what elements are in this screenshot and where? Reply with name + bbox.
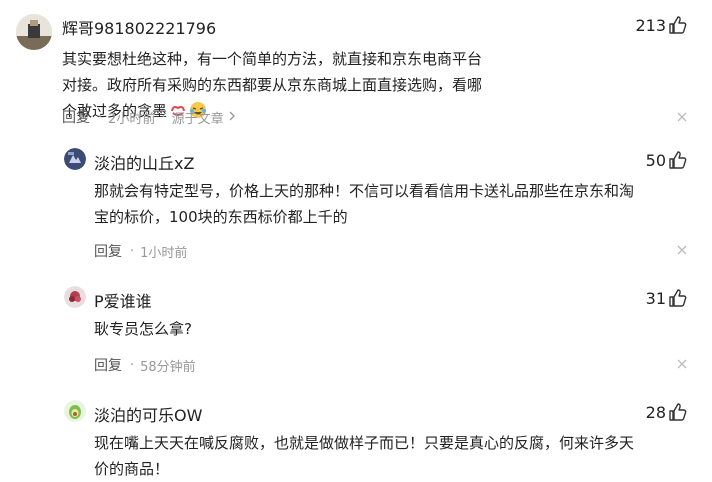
reply-button[interactable]: 回复: [94, 355, 122, 375]
avatar[interactable]: [64, 148, 86, 170]
source-link[interactable]: 源于文章: [172, 108, 224, 127]
like-count: 50: [645, 150, 666, 170]
author-name[interactable]: 淡泊的山丘xZ: [94, 150, 194, 174]
reply-button[interactable]: 回复: [94, 241, 122, 261]
like-count: 213: [635, 15, 666, 35]
author-name[interactable]: P爱谁谁: [94, 288, 152, 312]
comment-meta: 回复 · 58分钟前: [94, 355, 196, 375]
like-button[interactable]: 50: [646, 150, 688, 170]
close-icon[interactable]: [676, 244, 688, 256]
chevron-right-icon: [228, 110, 236, 125]
comment-reply: 淡泊的可乐OW 28 现在嘴上天天在喊反腐败，也就是做做样子而已！只要是真心的反…: [0, 394, 712, 482]
reply-button[interactable]: 回复: [62, 107, 90, 127]
comment-top-level: 辉哥981802221796 213 其实要想杜绝这种，有一个简单的方法，就直接…: [0, 0, 712, 140]
avatar[interactable]: [64, 286, 86, 308]
thumbs-up-icon: [668, 402, 688, 422]
comment-meta: 回复 · 2小时前 · 源于文章: [62, 107, 236, 127]
comment-reply: 淡泊的山丘xZ 50 那就会有特定型号，价格上天的那种！不信可以看看信用卡送礼品…: [0, 140, 712, 270]
comment-text: 耿专员怎么拿?: [94, 320, 192, 338]
close-icon[interactable]: [676, 358, 688, 370]
thumbs-up-icon: [668, 288, 688, 308]
like-button[interactable]: 28: [646, 402, 688, 422]
close-icon[interactable]: [676, 111, 688, 123]
author-name[interactable]: 淡泊的可乐OW: [94, 402, 202, 426]
avatar[interactable]: [64, 400, 86, 422]
comment-meta: 回复 · 1小时前: [94, 241, 187, 261]
comment-text: 现在嘴上天天在喊反腐败，也就是做做样子而已！只要是真心的反腐，何来许多天价的商品…: [94, 434, 635, 478]
comment-reply: P爱谁谁 31 耿专员怎么拿? 回复 · 58分钟前: [0, 280, 712, 390]
separator-dot: ·: [130, 243, 135, 259]
separator-dot: ·: [161, 109, 166, 125]
thumbs-up-icon: [668, 15, 688, 35]
separator-dot: ·: [98, 109, 103, 125]
separator-dot: ·: [130, 357, 135, 373]
like-count: 31: [645, 288, 666, 308]
comment-time: 2小时前: [108, 111, 156, 127]
thumbs-up-icon: [668, 150, 688, 170]
author-name[interactable]: 辉哥981802221796: [62, 15, 216, 39]
comment-text: 那就会有特定型号，价格上天的那种！不信可以看看信用卡送礼品那些在京东和淘宝的标价…: [94, 182, 635, 226]
comment-time: 1小时前: [140, 245, 188, 261]
comment-time: 58分钟前: [140, 359, 196, 375]
avatar[interactable]: [16, 14, 52, 50]
like-count: 28: [645, 402, 666, 422]
like-button[interactable]: 31: [646, 288, 688, 308]
like-button[interactable]: 213: [635, 15, 688, 35]
